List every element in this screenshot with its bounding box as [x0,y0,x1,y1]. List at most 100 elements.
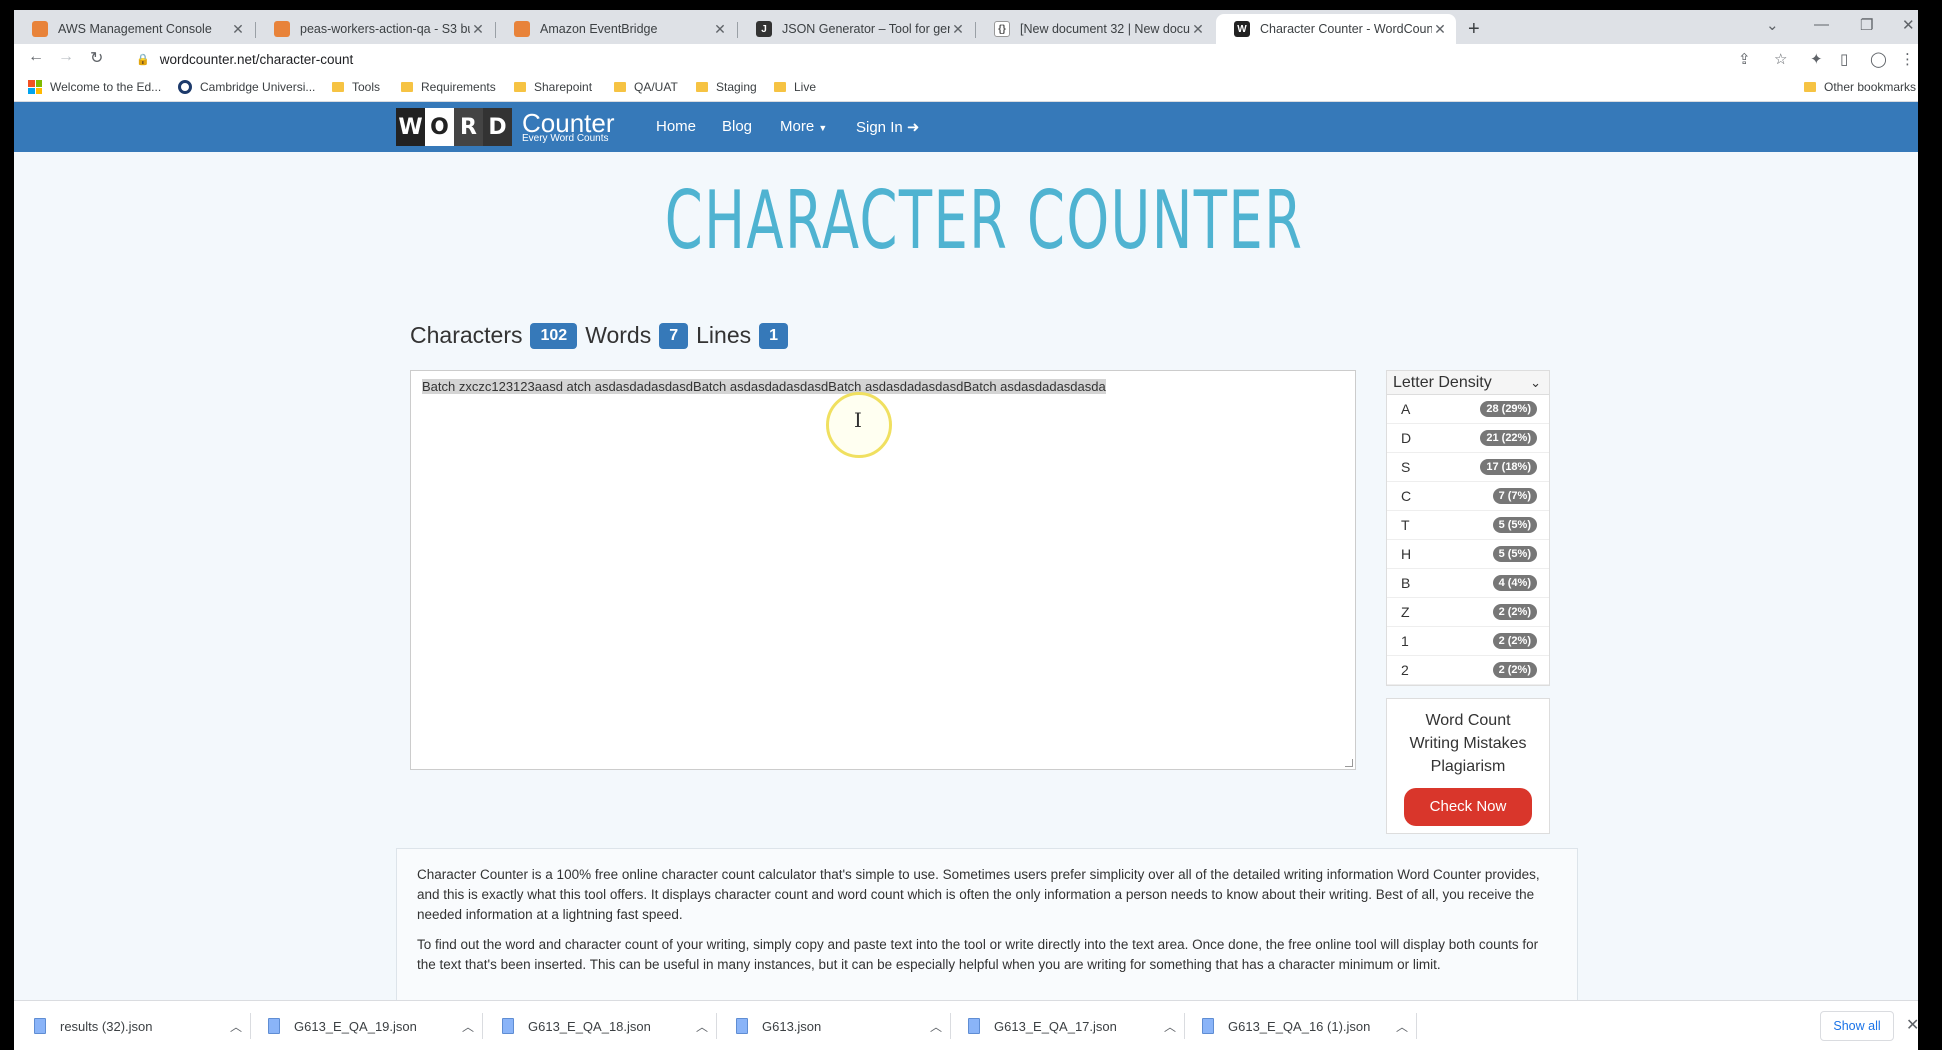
density-letter: S [1401,459,1411,475]
bookmark-other[interactable]: Other bookmarks [1804,80,1916,94]
chevron-up-icon[interactable]: ︿ [1396,1018,1408,1035]
chevron-up-icon[interactable]: ︿ [462,1018,474,1035]
close-icon[interactable]: ✕ [230,21,246,38]
letter-density-header[interactable]: Letter Density ⌄ [1387,371,1549,395]
window-close-icon[interactable]: ✕ [1902,16,1915,34]
menu-kebab-icon[interactable]: ⋮ [1900,50,1915,68]
tab-search-icon[interactable]: ⌄ [1766,16,1779,34]
density-count-badge: 7 (7%) [1492,488,1537,504]
bookmark-star-icon[interactable]: ☆ [1774,50,1787,68]
nav-home-link[interactable]: Home [656,118,696,135]
file-icon [1202,1018,1214,1034]
nav-more-dropdown[interactable]: More ▼ [780,118,827,135]
density-row: Z 2 (2%) [1387,598,1549,627]
bookmark-staging[interactable]: Staging [696,80,757,94]
bookmark-label: Welcome to the Ed... [50,80,162,94]
bookmark-cambridge[interactable]: Cambridge Universi... [178,80,315,94]
chevron-up-icon[interactable]: ︿ [696,1018,708,1035]
back-icon[interactable]: ← [28,48,44,66]
download-item[interactable]: G613_E_QA_16 (1).json ︿ [1202,1013,1408,1039]
download-filename: G613_E_QA_18.json [528,1018,651,1034]
folder-icon [1804,82,1816,92]
microsoft-logo-icon [28,80,42,94]
download-filename: results (32).json [60,1018,153,1034]
file-icon [968,1018,980,1034]
address-bar[interactable]: 🔒 wordcounter.net/character-count [130,47,1750,71]
tab-title: AWS Management Console [58,22,212,36]
url-text: wordcounter.net/character-count [159,51,354,67]
bookmark-welcome[interactable]: Welcome to the Ed... [28,80,161,94]
site-navbar: W O R D Counter Every Word Counts Home B… [14,102,1918,152]
profile-avatar-icon[interactable]: ◯ [1870,50,1887,68]
bookmark-sharepoint[interactable]: Sharepoint [514,80,592,94]
tab-title: JSON Generator – Tool for gener [782,22,950,36]
close-icon[interactable]: ✕ [1190,21,1206,38]
aws-cube-icon [32,21,48,37]
reload-icon[interactable]: ↻ [90,48,103,68]
download-item[interactable]: G613.json ︿ [736,1013,942,1039]
characters-count-badge: 102 [530,322,578,349]
tab-character-counter[interactable]: W Character Counter - WordCounte ✕ [1216,14,1456,44]
nav-signin-link[interactable]: Sign In ➜ [856,118,919,136]
bookmark-live[interactable]: Live [774,80,816,94]
site-logo[interactable]: W O R D Counter Every Word Counts [396,108,615,146]
density-count-badge: 5 (5%) [1492,517,1537,533]
chevron-up-icon[interactable]: ︿ [930,1018,942,1035]
close-icon[interactable]: ✕ [712,21,728,38]
tab-title: Amazon EventBridge [540,22,658,36]
close-icon[interactable]: ✕ [1432,21,1448,38]
download-filename: G613_E_QA_19.json [294,1018,417,1034]
tab-new-document[interactable]: {} [New document 32 | New docum ✕ [976,14,1214,44]
new-tab-icon[interactable]: + [1468,18,1480,41]
show-all-downloads-button[interactable]: Show all [1820,1011,1894,1041]
download-filename: G613.json [762,1018,822,1034]
density-letter: D [1401,430,1412,446]
bookmark-qa-uat[interactable]: QA/UAT [614,80,678,94]
chevron-up-icon[interactable]: ︿ [230,1018,242,1035]
extensions-icon[interactable]: ✦ [1810,50,1823,68]
logo-letter: R [454,108,483,146]
bookmark-label: Requirements [421,80,496,94]
side-panel-icon[interactable]: ▯ [1840,50,1848,68]
minimize-icon[interactable]: — [1814,16,1829,33]
tab-json-generator[interactable]: J JSON Generator – Tool for gener ✕ [738,14,974,44]
bookmark-label: Staging [716,80,757,94]
lines-label: Lines [696,322,752,348]
tab-aws-console[interactable]: AWS Management Console ✕ [14,14,254,44]
download-item[interactable]: G613_E_QA_19.json ︿ [268,1013,474,1039]
nav-signin-label: Sign In [856,119,903,136]
forward-icon[interactable]: → [58,48,74,66]
close-icon[interactable]: ✕ [470,21,486,38]
nav-blog-link[interactable]: Blog [722,118,752,135]
density-count-badge: 28 (29%) [1480,401,1537,417]
bookmark-label: Cambridge Universi... [200,80,316,94]
article-paragraph: To find out the word and character count… [417,937,1539,972]
close-download-bar-icon[interactable]: ✕ [1906,1015,1918,1035]
promo-line: Word Count [1425,712,1511,729]
download-filename: G613_E_QA_16 (1).json [1228,1018,1371,1034]
density-count-badge: 2 (2%) [1492,604,1537,620]
download-item[interactable]: G613_E_QA_18.json ︿ [502,1013,708,1039]
density-letter: 2 [1401,662,1409,678]
download-item[interactable]: results (32).json ︿ [34,1013,242,1039]
bookmark-label: QA/UAT [634,80,678,94]
bookmark-requirements[interactable]: Requirements [401,80,496,94]
article-paragraph: Character Counter is a 100% free online … [417,867,1540,922]
download-item[interactable]: G613_E_QA_17.json ︿ [968,1013,1176,1039]
restore-icon[interactable]: ❐ [1860,16,1873,34]
count-summary: Characters 102 Words 7 Lines 1 [410,322,796,349]
close-icon[interactable]: ✕ [950,21,966,38]
braces-icon: {} [994,21,1010,37]
bookmark-tools[interactable]: Tools [332,80,380,94]
check-now-button[interactable]: Check Now [1404,788,1532,826]
bookmark-label: Tools [352,80,381,94]
tab-eventbridge[interactable]: Amazon EventBridge ✕ [496,14,736,44]
cambridge-logo-icon [178,80,192,94]
download-bar: results (32).json ︿ G613_E_QA_19.json ︿ G6… [14,1000,1918,1050]
resize-handle[interactable] [1345,759,1353,767]
share-icon[interactable]: ⇪ [1738,50,1751,68]
wordcounter-w-icon: W [1234,21,1250,37]
tab-s3-bucket[interactable]: peas-workers-action-qa - S3 buc ✕ [256,14,494,44]
chevron-up-icon[interactable]: ︿ [1164,1018,1176,1035]
words-count-badge: 7 [659,322,689,349]
